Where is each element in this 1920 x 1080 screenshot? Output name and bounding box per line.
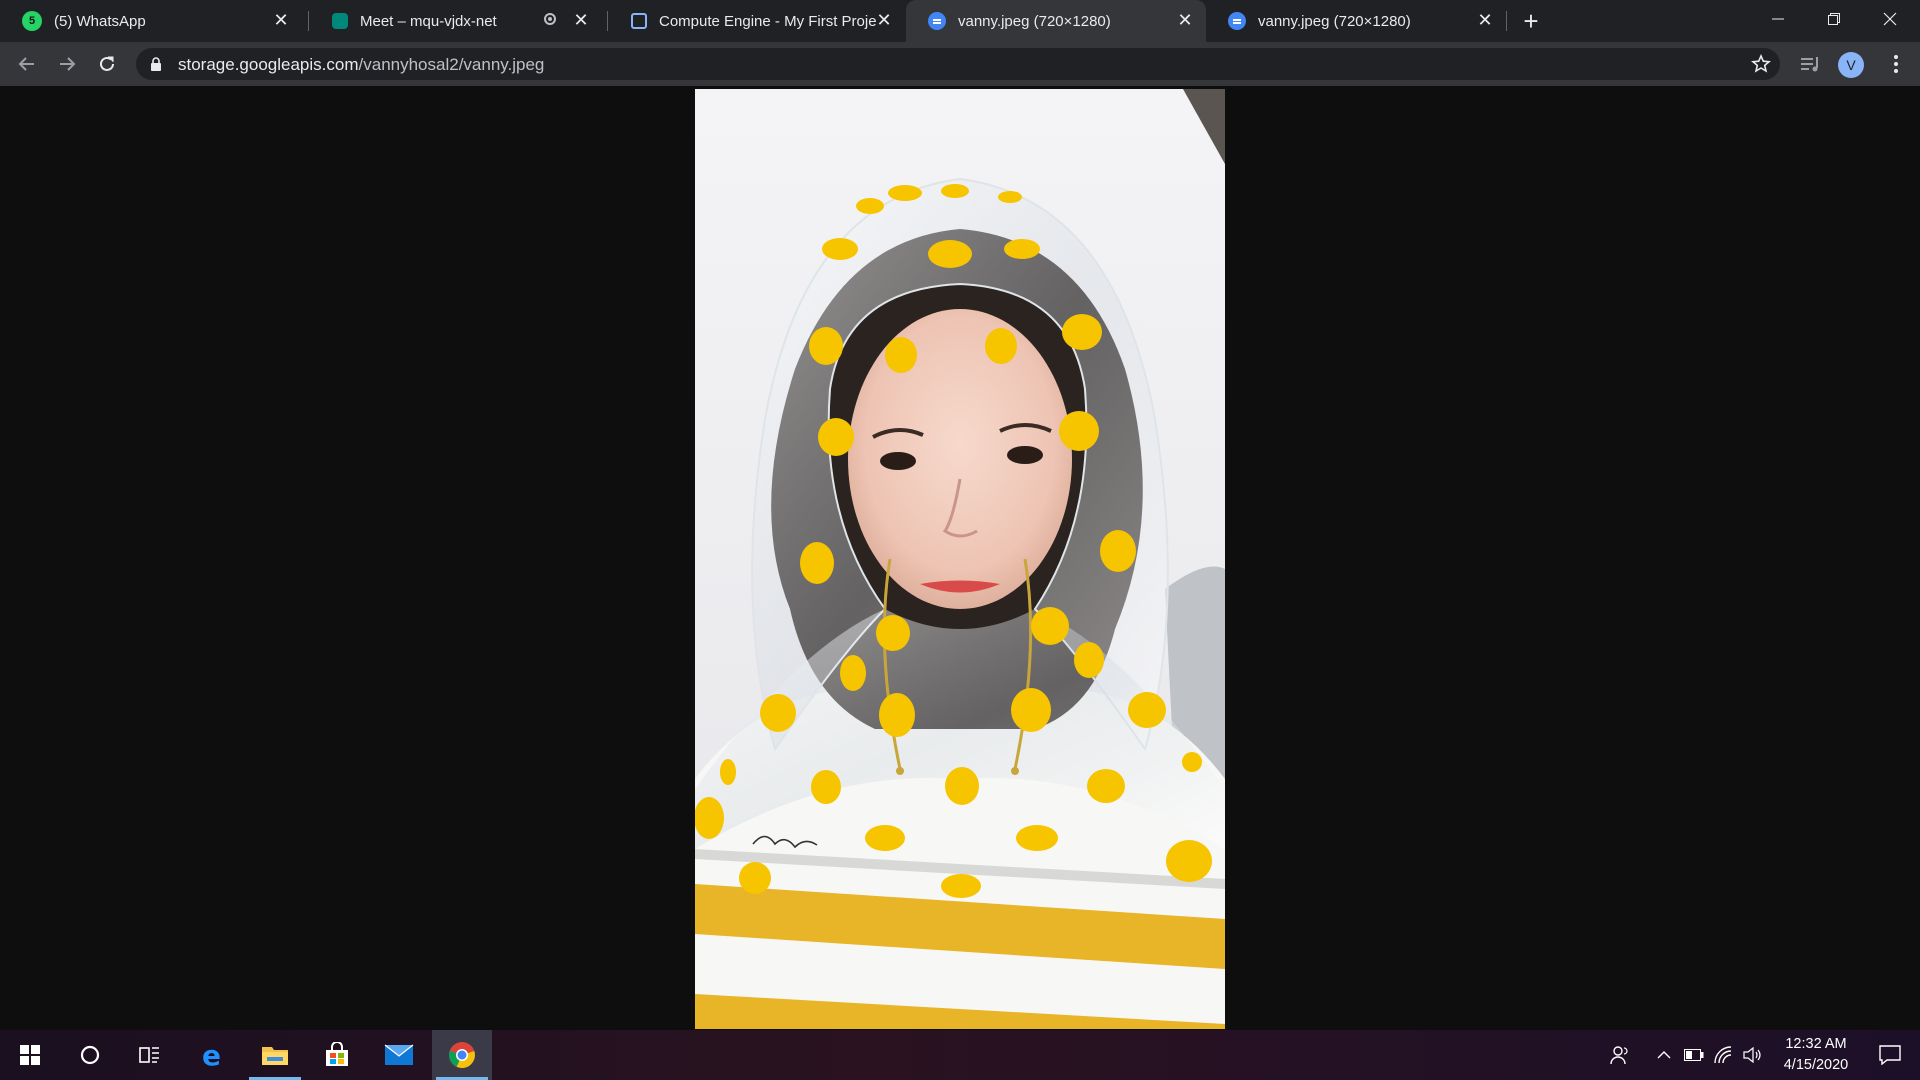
tab-title: Meet – mqu-vjdx-net <box>360 12 497 30</box>
tab-title: Compute Engine - My First Project <box>659 12 877 30</box>
task-view-button[interactable] <box>120 1030 180 1080</box>
volume-icon <box>1743 1047 1761 1063</box>
file-explorer-taskbar-button[interactable] <box>245 1030 305 1080</box>
back-arrow-icon <box>18 57 34 71</box>
chrome-taskbar-button[interactable] <box>432 1030 492 1080</box>
close-tab-icon[interactable]: ✕ <box>270 9 292 31</box>
action-center-button[interactable] <box>1866 1030 1914 1080</box>
close-window-button[interactable] <box>1862 0 1918 38</box>
network-button[interactable] <box>1710 1030 1738 1080</box>
tab-separator <box>607 11 608 31</box>
tab-whatsapp[interactable]: 5 (5) WhatsApp ✕ <box>0 0 302 42</box>
windows-taskbar: e 12:32 AM 4/15/2020 <box>0 1030 1920 1080</box>
tab-vanny-jpeg-active[interactable]: vanny.jpeg (720×1280) ✕ <box>906 0 1206 42</box>
people-button[interactable] <box>1604 1030 1636 1080</box>
close-tab-icon[interactable]: ✕ <box>1474 9 1496 31</box>
tab-title: vanny.jpeg (720×1280) <box>958 12 1111 30</box>
close-tab-icon[interactable]: ✕ <box>570 9 592 31</box>
url-path: /vannyhosal2/vanny.jpeg <box>358 55 545 74</box>
file-explorer-icon <box>262 1047 288 1065</box>
compute-engine-icon <box>631 13 647 29</box>
browser-toolbar: storage.googleapis.com/vannyhosal2/vanny… <box>0 42 1920 86</box>
restore-button[interactable] <box>1806 0 1862 38</box>
tab-compute-engine[interactable]: Compute Engine - My First Project ✕ <box>609 0 905 42</box>
url-text[interactable]: storage.googleapis.com/vannyhosal2/vanny… <box>178 55 544 75</box>
taskbar-clock[interactable]: 12:32 AM 4/15/2020 <box>1766 1034 1866 1076</box>
clock-date: 4/15/2020 <box>1783 1057 1849 1073</box>
page-viewport <box>0 86 1920 1030</box>
cortana-button[interactable] <box>60 1030 120 1080</box>
edge-taskbar-button[interactable]: e <box>183 1030 243 1080</box>
forward-button[interactable] <box>51 48 83 80</box>
tab-title: (5) WhatsApp <box>54 12 146 30</box>
portrait-photo-illustration <box>695 89 1225 1029</box>
battery-button[interactable] <box>1680 1030 1708 1080</box>
task-view-icon <box>139 1047 159 1063</box>
recording-indicator-icon <box>544 13 556 25</box>
minimize-icon <box>1772 18 1784 20</box>
tab-strip: 5 (5) WhatsApp ✕ Meet – mqu-vjdx-net ✕ C… <box>0 0 1920 42</box>
minimize-button[interactable] <box>1750 0 1806 38</box>
tab-separator <box>308 11 309 31</box>
start-button[interactable] <box>0 1030 60 1080</box>
address-bar[interactable]: storage.googleapis.com/vannyhosal2/vanny… <box>136 48 1780 80</box>
back-button[interactable] <box>11 48 43 80</box>
new-tab-button[interactable]: + <box>1516 6 1546 36</box>
tab-title: vanny.jpeg (720×1280) <box>1258 12 1411 30</box>
wifi-icon <box>1714 1046 1732 1064</box>
url-host: storage.googleapis.com <box>178 55 359 74</box>
close-tab-icon[interactable]: ✕ <box>873 9 895 31</box>
show-hidden-icons-button[interactable] <box>1652 1030 1676 1080</box>
tab-vanny-jpeg[interactable]: vanny.jpeg (720×1280) ✕ <box>1206 0 1506 42</box>
chevron-up-icon <box>1657 1051 1671 1059</box>
chrome-menu-button[interactable] <box>1880 48 1912 80</box>
volume-button[interactable] <box>1740 1030 1766 1080</box>
image-doc-icon <box>928 12 946 30</box>
image-doc-icon <box>1228 12 1246 30</box>
chrome-icon <box>448 1042 475 1068</box>
store-icon <box>326 1042 348 1066</box>
profile-avatar[interactable]: V <box>1838 52 1864 78</box>
battery-icon <box>1684 1049 1704 1061</box>
svg-text:e: e <box>202 1041 221 1069</box>
edge-icon: e <box>202 1041 221 1069</box>
clock-time: 12:32 AM <box>1785 1036 1847 1052</box>
media-controls-button[interactable] <box>1795 48 1827 80</box>
star-icon <box>1751 54 1771 73</box>
close-icon <box>1883 12 1897 26</box>
mail-icon <box>384 1044 414 1065</box>
bookmark-star-button[interactable] <box>1748 51 1774 77</box>
displayed-image[interactable] <box>695 89 1225 1029</box>
notification-icon <box>1879 1045 1901 1065</box>
start-icon <box>20 1045 40 1065</box>
reload-button[interactable] <box>91 48 123 80</box>
cortana-icon <box>80 1045 100 1065</box>
meet-icon <box>332 13 348 29</box>
store-taskbar-button[interactable] <box>307 1030 367 1080</box>
forward-arrow-icon <box>60 57 76 71</box>
kebab-menu-icon <box>1894 55 1898 73</box>
lock-icon[interactable] <box>150 57 162 71</box>
close-tab-icon[interactable]: ✕ <box>1174 9 1196 31</box>
people-icon <box>1610 1046 1628 1065</box>
media-queue-icon <box>1801 57 1818 72</box>
mail-taskbar-button[interactable] <box>369 1030 429 1080</box>
restore-icon <box>1828 13 1840 25</box>
tab-separator <box>1506 11 1507 31</box>
whatsapp-icon: 5 <box>22 11 42 31</box>
tab-meet[interactable]: Meet – mqu-vjdx-net ✕ <box>310 0 602 42</box>
reload-icon <box>100 56 114 71</box>
